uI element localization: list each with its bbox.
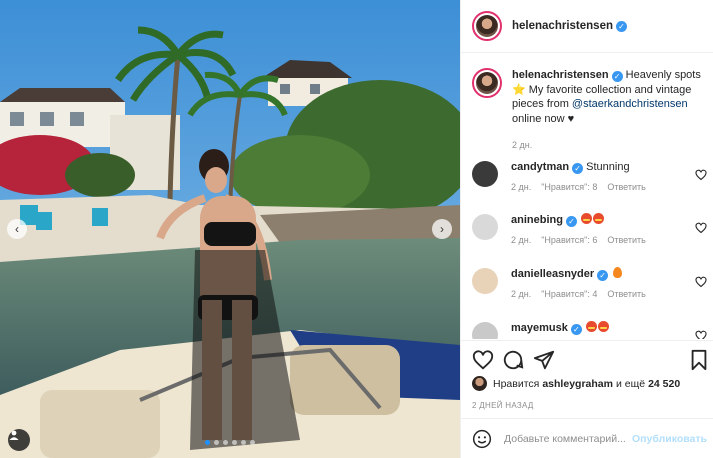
carousel-dot [250,440,255,445]
caption-time[interactable]: 2 дн. [512,138,702,153]
comment-item: mayemusk ✓ [472,321,707,339]
comment-input[interactable] [504,432,634,445]
save-bookmark-icon[interactable] [688,349,710,371]
likes-count[interactable]: 24 520 [648,378,680,390]
comment-username[interactable]: candytman [511,161,569,173]
verified-badge-icon: ✓ [611,71,623,82]
carousel-dot [214,440,219,445]
comment-avatar[interactable] [472,161,498,187]
carousel-dot [232,440,237,445]
post-caption: helenachristensen ✓ Heavenly spots ⭐ My f… [472,68,707,153]
previous-photo-button[interactable]: ‹ [7,219,27,239]
comment-likes[interactable]: "Нравится": 8 [541,182,597,192]
chevron-right-icon: › [440,222,444,236]
next-photo-button[interactable]: › [432,219,452,239]
likes-prefix: Нравится [493,377,540,390]
comment-time[interactable]: 2 дн. [511,289,531,299]
comment-likes[interactable]: "Нравится": 6 [541,235,597,245]
like-heart-icon[interactable] [472,349,494,371]
verified-badge-icon: ✓ [597,270,609,281]
heart-eyes-emoji-icon [585,321,597,332]
liker-username[interactable]: ashleygraham [542,378,613,390]
comment-item: aninebing ✓ 2 дн. "Нравится": 6 Ответить [472,213,707,245]
verified-badge-icon: ✓ [565,216,577,227]
verified-badge-icon: ✓ [570,324,582,335]
reply-button[interactable]: Ответить [607,182,645,192]
comment-username[interactable]: mayemusk [511,322,568,334]
verified-badge-icon: ✓ [615,20,627,32]
carousel-dot [241,440,246,445]
fire-emoji-icon [613,267,623,278]
comment-like-heart-icon[interactable] [695,222,707,234]
post-photo[interactable]: ‹ › [0,0,460,458]
caption-username[interactable]: helenachristensen [512,69,609,81]
author-avatar[interactable] [472,11,502,41]
liker-avatar [472,376,487,391]
carousel-indicator [205,440,255,445]
photo-scene [0,0,460,458]
action-bar [461,340,713,380]
post-time[interactable]: 2 ДНЕЙ НАЗАД [472,401,534,410]
add-comment-bar: Опубликовать [461,418,713,458]
post-side-panel: helenachristensen ✓ helenachristensen ✓ H… [460,0,713,458]
comment-like-heart-icon[interactable] [695,276,707,288]
comment-time[interactable]: 2 дн. [511,182,531,192]
comment-avatar[interactable] [472,214,498,240]
comment-item: candytman ✓ Stunning 2 дн. "Нравится": 8 Отв… [472,160,707,192]
heart-eyes-emoji-icon [593,213,605,224]
post-header: helenachristensen ✓ [461,0,713,53]
post-modal: ‹ › helenachristensen ✓ helenachristense… [0,0,713,458]
share-paper-plane-icon[interactable] [533,349,555,371]
comment-likes[interactable]: "Нравится": 4 [541,289,597,299]
reply-button[interactable]: Ответить [607,289,645,299]
comment-time[interactable]: 2 дн. [511,235,531,245]
likes-middle: и ещё [615,377,646,390]
comment-icon[interactable] [502,349,524,371]
user-tag-icon [9,430,19,440]
comment-like-heart-icon[interactable] [695,330,707,339]
author-username[interactable]: helenachristensen [512,20,613,32]
verified-badge-icon: ✓ [572,163,584,174]
chevron-left-icon: ‹ [15,222,19,236]
comments-list[interactable]: helenachristensen ✓ Heavenly spots ⭐ My f… [461,54,713,339]
comment-username[interactable]: aninebing [511,214,563,226]
comment-username[interactable]: danielleasnyder [511,268,594,280]
tagged-users-button[interactable] [8,429,30,451]
comment-like-heart-icon[interactable] [695,169,707,181]
comment-avatar[interactable] [472,322,498,339]
carousel-dot [223,440,228,445]
likes-summary[interactable]: Нравится ashleygraham и ещё 24 520 [472,376,683,391]
reply-button[interactable]: Ответить [607,235,645,245]
caption-avatar[interactable] [472,68,502,98]
caption-text-end: online now ♥ [512,112,575,125]
heart-eyes-emoji-icon [581,213,593,224]
comment-text: Stunning [586,161,630,173]
heart-eyes-emoji-icon [597,321,609,332]
comment-item: danielleasnyder ✓ 2 дн. "Нравится": 4 Ответ… [472,267,707,299]
comment-avatar[interactable] [472,268,498,294]
caption-mention-link[interactable]: @staerkandchristensen [572,98,688,110]
emoji-smiley-icon[interactable] [472,429,492,449]
carousel-dot [205,440,210,445]
publish-button[interactable]: Опубликовать [632,433,707,445]
